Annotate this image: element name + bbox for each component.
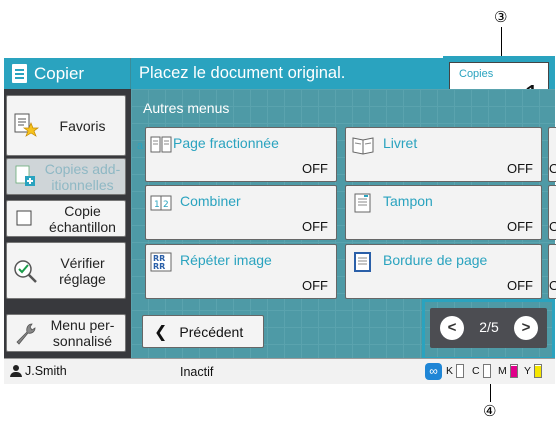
check-magnifier-icon — [12, 258, 40, 284]
callout-3-line — [501, 27, 502, 56]
user-info[interactable]: J.Smith — [10, 364, 67, 378]
additional-copies-button[interactable]: Copies add- itionnelles — [6, 158, 126, 195]
ink-level-k: K — [446, 364, 465, 378]
status-bar: J.Smith Inactif ∞ K C M Y — [4, 358, 555, 384]
booklet-icon — [352, 135, 374, 155]
section-label: Autres menus — [143, 100, 230, 116]
page-indicator: 2/5 — [479, 319, 499, 335]
ink-level-c: C — [472, 364, 491, 378]
pager-highlight: < 2/5 > — [422, 299, 555, 360]
ink-bar — [534, 364, 543, 378]
ink-level-y: Y — [524, 364, 543, 378]
menu-card-label: Page fractionnée — [173, 135, 279, 151]
svg-text:RR: RR — [153, 262, 165, 271]
menu-card-label: Livret — [383, 135, 418, 151]
user-name: J.Smith — [25, 364, 67, 378]
menu-card-status: OFF — [302, 161, 328, 176]
check-settings-button[interactable]: Vérifier réglage — [6, 242, 126, 299]
network-icon[interactable]: ∞ — [425, 363, 442, 380]
machine-state: Inactif — [180, 365, 214, 379]
menu-card-repeat-image[interactable]: RR RR Répéter image OFF — [145, 244, 337, 299]
sample-copy-button[interactable]: Copie échantillon — [6, 200, 126, 237]
previous-button[interactable]: ❮ Précédent — [142, 315, 264, 348]
ink-bar — [482, 364, 491, 378]
repeat-image-icon: RR RR — [150, 252, 172, 272]
book-split-icon — [150, 135, 172, 155]
app-title: Copier — [34, 63, 85, 83]
copies-label: Copies — [459, 68, 494, 80]
favorites-label: Favoris — [59, 117, 106, 134]
page-border-icon — [352, 252, 374, 272]
chevron-left-icon: ❮ — [154, 323, 168, 341]
page-prev-button[interactable]: < — [440, 316, 464, 340]
truncated-left-text: a — [137, 140, 144, 152]
app-title-bar: Copier — [4, 58, 130, 89]
check-settings-label: Vérifier réglage — [59, 254, 106, 287]
additional-copies-label: Copies add- itionnelles — [44, 160, 121, 193]
menu-card-status: OF — [549, 161, 556, 176]
custom-menu-label: Menu per- sonnalisé — [50, 317, 115, 349]
ink-bar — [509, 364, 518, 378]
ink-fill — [510, 366, 517, 377]
menu-card-label: Répéter image — [180, 252, 272, 268]
wrench-icon — [12, 320, 40, 346]
ink-letter: M — [498, 365, 507, 377]
menu-card-partial[interactable]: OF — [548, 185, 556, 240]
menu-card-status: OFF — [507, 219, 533, 234]
svg-text:2: 2 — [163, 200, 169, 210]
menu-card-status: OFF — [507, 161, 533, 176]
sample-copy-checkbox[interactable] — [12, 206, 40, 232]
stamp-icon — [352, 193, 374, 213]
menu-card-status: OFF — [302, 219, 328, 234]
favorites-button[interactable]: Favoris — [6, 95, 126, 156]
ink-fill — [535, 366, 542, 377]
user-icon — [10, 365, 22, 377]
ink-level-m: M — [498, 364, 518, 378]
menu-card-page-split[interactable]: Page fractionnée OFF — [145, 127, 337, 182]
page-next-button[interactable]: > — [514, 316, 538, 340]
menu-card-label: Bordure de page — [383, 252, 488, 268]
menu-card-page-border[interactable]: Bordure de page OFF — [345, 244, 542, 299]
menu-card-status: OFF — [302, 278, 328, 293]
callout-4: ④ — [483, 402, 497, 420]
menu-card-partial[interactable]: OF — [548, 127, 556, 182]
favorites-star-icon — [12, 113, 40, 139]
sample-copy-label: Copie échantillon — [49, 202, 116, 235]
document-icon — [12, 64, 27, 83]
additional-copies-icon — [12, 164, 40, 190]
ink-letter: K — [446, 365, 454, 377]
pager: < 2/5 > — [430, 308, 547, 348]
previous-label: Précédent — [179, 323, 244, 340]
ink-letter: C — [472, 365, 480, 377]
ink-letter: Y — [524, 365, 532, 377]
menu-card-status: OF — [549, 278, 556, 293]
menu-card-combine[interactable]: 12 Combiner OFF — [145, 185, 337, 240]
menu-card-status: OFF — [507, 278, 533, 293]
ink-bar — [456, 364, 465, 378]
menu-card-booklet[interactable]: Livret OFF — [345, 127, 542, 182]
menu-card-partial[interactable]: OF — [548, 244, 556, 299]
menu-card-label: Combiner — [180, 193, 241, 209]
combine-icon: 12 — [150, 193, 172, 213]
menu-card-status: OF — [549, 219, 556, 234]
svg-text:1: 1 — [154, 200, 160, 210]
status-message: Placez le document original. — [131, 58, 443, 89]
menu-card-label: Tampon — [383, 193, 433, 209]
callout-3: ③ — [494, 8, 508, 26]
custom-menu-button[interactable]: Menu per- sonnalisé — [6, 314, 126, 352]
menu-card-stamp[interactable]: Tampon OFF — [345, 185, 542, 240]
